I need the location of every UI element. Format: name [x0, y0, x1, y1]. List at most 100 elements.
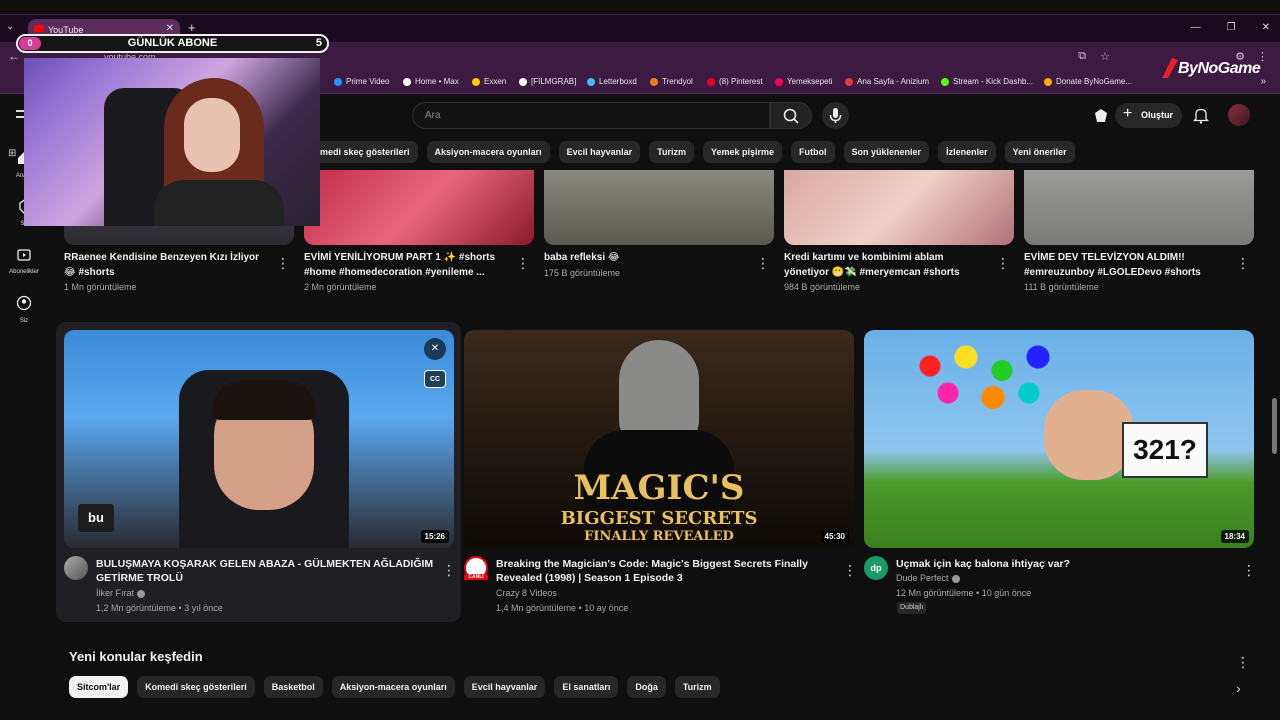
channel-avatar[interactable]: CANLI	[464, 556, 488, 580]
short-views: 984 B görüntüleme	[784, 282, 861, 292]
new-tab-icon[interactable]: +	[188, 20, 196, 35]
chip[interactable]: El sanatları	[554, 676, 619, 698]
more-options-icon[interactable]	[516, 256, 526, 270]
person-hair	[212, 380, 316, 420]
bynogame-mark-icon	[1162, 58, 1178, 78]
video-thumbnail[interactable]: MAGIC'S BIGGEST SECRETS FINALLY REVEALED…	[464, 330, 854, 548]
video-duration: 15:26	[420, 530, 449, 543]
bookmark-item[interactable]: Stream - Kick Dashb...	[941, 77, 1033, 86]
more-options-icon[interactable]	[843, 563, 853, 577]
short-views: 111 B görüntüleme	[1024, 282, 1099, 292]
chip[interactable]: Futbol	[791, 141, 835, 163]
more-options-icon[interactable]	[276, 256, 286, 270]
bookmark-item[interactable]: Trendyol	[650, 77, 693, 86]
short-title[interactable]: baba refleksi 😂	[544, 250, 744, 265]
chip[interactable]: Yeni öneriler	[1004, 141, 1075, 163]
chip[interactable]: Yemek pişirme	[702, 141, 783, 163]
bookmark-item[interactable]: [FILMGRAB]	[519, 77, 576, 86]
channel-avatar[interactable]	[64, 556, 88, 580]
letterboxd-icon	[587, 77, 595, 86]
chip[interactable]: İzlenenler	[938, 141, 996, 163]
notifications-bell-icon[interactable]	[1193, 107, 1209, 124]
restore-icon[interactable]: ❐	[1227, 22, 1236, 33]
more-options-icon[interactable]	[756, 256, 766, 270]
video-title[interactable]: Uçmak için kaç balona ihtiyaç var?	[896, 557, 1241, 571]
chip[interactable]: Turizm	[649, 141, 694, 163]
nav-subscriptions[interactable]: Abonelikler	[0, 246, 48, 275]
caption-text: bu	[78, 504, 114, 532]
logo-text: ByNoGame	[1178, 60, 1261, 77]
chip[interactable]: Aksiyon-macera oyunları	[426, 141, 550, 163]
video-thumbnail[interactable]: 321? 18:34	[864, 330, 1254, 548]
chip[interactable]: Komedi skeç gösterileri	[137, 676, 255, 698]
search-input[interactable]: Ara	[412, 102, 770, 129]
chip[interactable]: Doğa	[627, 676, 666, 698]
bookmark-star-icon[interactable]: ☆	[1100, 50, 1110, 63]
mute-icon[interactable]: ✕	[424, 338, 446, 360]
back-icon[interactable]: ←	[8, 49, 20, 63]
channel-name[interactable]: İlker Fırat	[96, 588, 146, 598]
chip[interactable]: Sitcom'lar	[69, 676, 129, 698]
channel-name[interactable]: Dude Perfect	[896, 573, 960, 583]
explore-chips: Sitcom'lar Komedi skeç gösterileri Baske…	[69, 676, 720, 698]
filmgrab-icon	[519, 77, 527, 86]
short-thumbnail[interactable]	[784, 170, 1014, 245]
more-options-icon[interactable]	[996, 256, 1006, 270]
bookmark-item[interactable]: Letterboxd	[587, 77, 637, 86]
channel-name[interactable]: Crazy 8 Videos	[496, 588, 557, 598]
chip[interactable]: Evcil hayvanlar	[463, 676, 546, 698]
short-title[interactable]: RRaenee Kendisine Benzeyen Kızı İzliyor …	[64, 250, 264, 280]
voice-search-button[interactable]	[822, 102, 849, 129]
short-views: 1 Mn görüntüleme	[64, 282, 137, 292]
short-title[interactable]: EVİMİ YENİLİYORUM PART 1 ✨ #shorts #home…	[304, 250, 504, 280]
account-avatar[interactable]	[1228, 104, 1250, 126]
bookmark-item[interactable]: Donate ByNoGame...	[1044, 77, 1132, 86]
video-thumbnail[interactable]: bu ✕ CC 15:26	[64, 330, 454, 548]
bookmark-item[interactable]: Yemeksepeti	[775, 77, 833, 86]
video-title[interactable]: Breaking the Magician's Code: Magic's Bi…	[496, 557, 841, 585]
bookmark-item[interactable]: Prime Video	[334, 77, 389, 86]
bookmark-item[interactable]: Exxen	[472, 77, 506, 86]
chip[interactable]: Evcil hayvanlar	[558, 141, 641, 163]
more-options-icon[interactable]	[1236, 256, 1246, 270]
minimize-icon[interactable]: —	[1191, 22, 1201, 33]
more-options-icon[interactable]	[1242, 563, 1252, 577]
video-title[interactable]: BULUŞMAYA KOŞARAK GELEN ABAZA - GÜLMEKTE…	[96, 557, 441, 585]
chevron-right-icon[interactable]: ›	[1236, 680, 1241, 696]
short-thumbnail[interactable]	[1024, 170, 1254, 245]
create-label: Oluştur	[1141, 110, 1174, 120]
chip[interactable]: Turizm	[674, 676, 720, 698]
channel-avatar[interactable]: dp	[864, 556, 888, 580]
bookmark-item[interactable]: (8) Pinterest	[707, 77, 763, 86]
chip[interactable]: Son yüklenenler	[843, 141, 930, 163]
video-duration: 18:34	[1220, 530, 1249, 543]
short-thumbnail[interactable]	[304, 170, 534, 245]
create-button[interactable]: + Oluştur	[1115, 103, 1182, 128]
close-tab-icon[interactable]: ✕	[166, 23, 174, 34]
bookmark-item[interactable]: Ana Sayfa - Anizium	[845, 77, 929, 86]
search-placeholder: Ara	[425, 110, 441, 121]
pinterest-icon	[707, 77, 715, 86]
scrollbar-thumb[interactable]	[1272, 398, 1277, 454]
closed-captions-icon[interactable]: CC	[424, 370, 446, 388]
short-title[interactable]: EVİME DEV TELEVİZYON ALDIM!! #emreuzunbo…	[1024, 250, 1224, 280]
search-button[interactable]	[770, 102, 812, 129]
counter-label: GÜNLÜK ABONE	[127, 37, 218, 49]
install-app-icon[interactable]: ⧉	[1078, 50, 1086, 63]
plus-icon: +	[1123, 105, 1133, 122]
game-controller-icon[interactable]	[1092, 107, 1110, 125]
close-window-icon[interactable]: ✕	[1262, 22, 1270, 33]
explore-section-title: Yeni konular keşfedin	[69, 649, 203, 664]
bookmark-item[interactable]: Home • Max	[403, 77, 459, 86]
short-views: 2 Mn görüntüleme	[304, 282, 377, 292]
prime-video-icon	[334, 77, 342, 86]
short-title[interactable]: Kredi kartımı ve kombinimi ablam yönetiy…	[784, 250, 984, 280]
short-thumbnail[interactable]	[544, 170, 774, 245]
nav-you[interactable]: Siz	[0, 295, 48, 324]
chip[interactable]: Aksiyon-macera oyunları	[331, 676, 455, 698]
video-meta: 1,2 Mn görüntüleme • 3 yıl önce	[96, 603, 223, 613]
more-options-icon[interactable]	[1236, 655, 1246, 669]
chip[interactable]: Basketbol	[263, 676, 323, 698]
more-options-icon[interactable]	[442, 563, 452, 577]
bynogame-logo: ByNoGame	[1160, 54, 1270, 82]
